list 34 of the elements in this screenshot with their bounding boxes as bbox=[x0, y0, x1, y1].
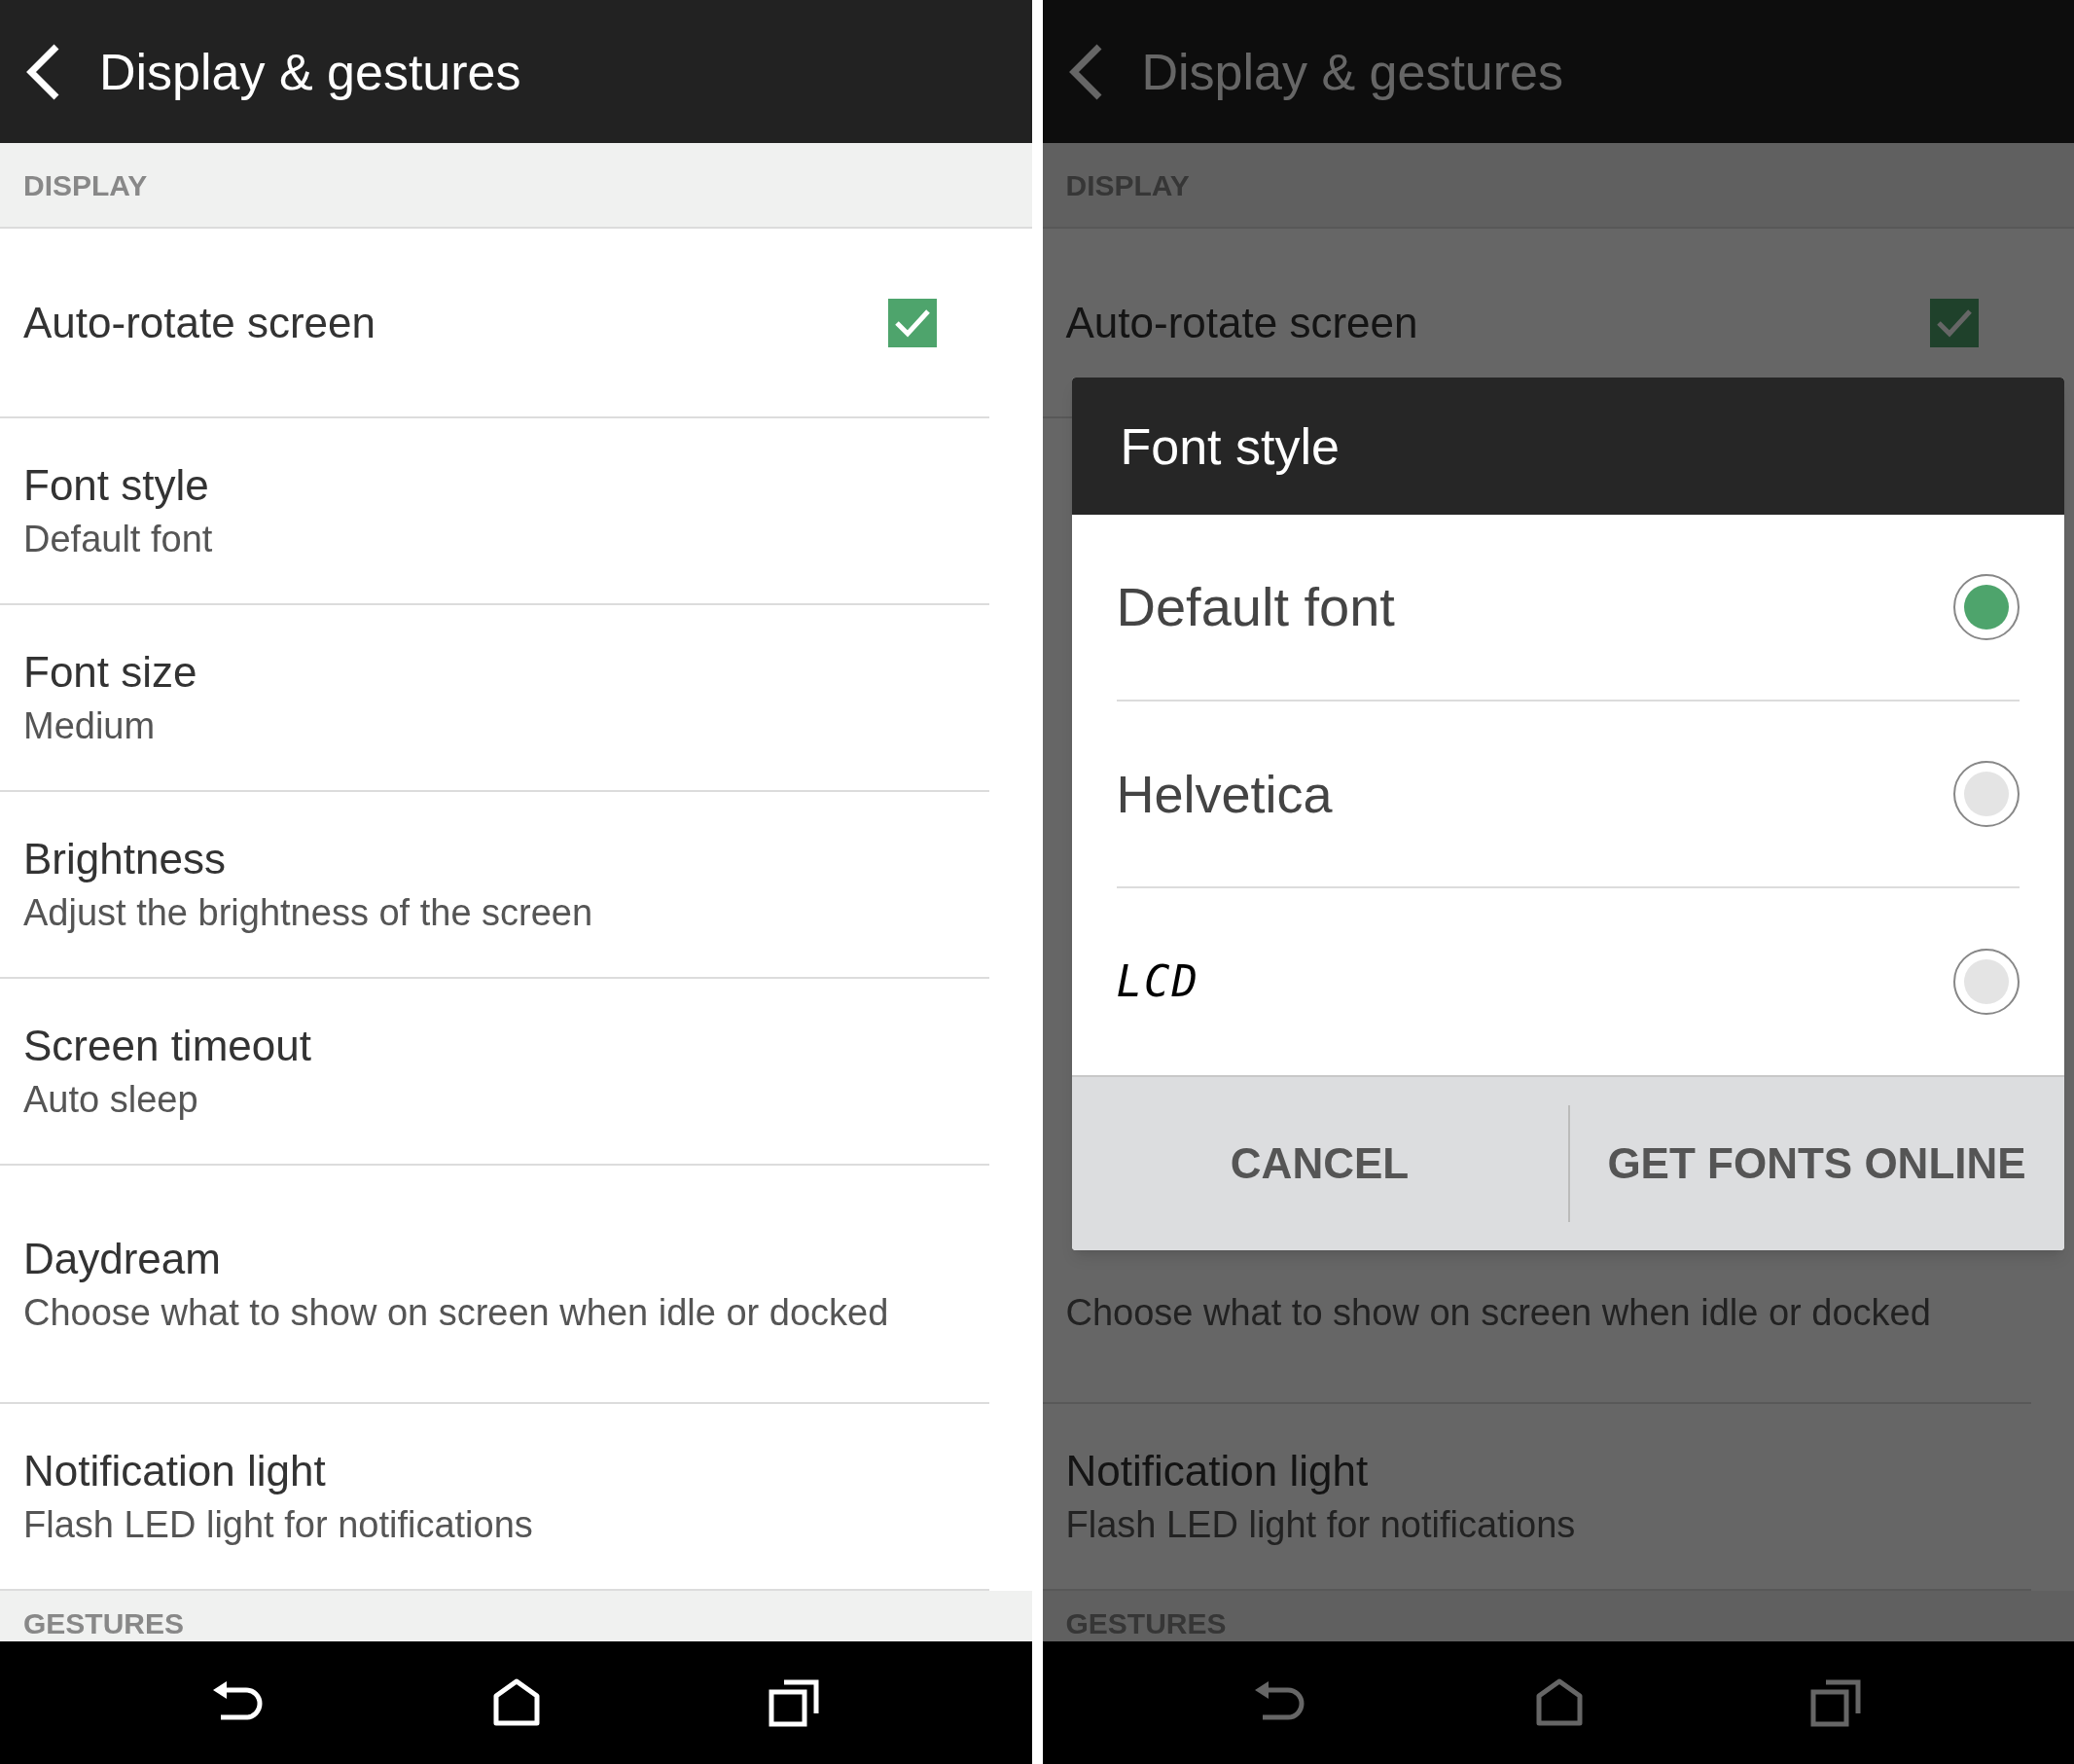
setting-title: Screen timeout bbox=[23, 1021, 312, 1071]
setting-title: Brightness bbox=[23, 834, 227, 884]
font-option[interactable]: Helvetica bbox=[1116, 702, 2020, 888]
setting-title: Notification light bbox=[1065, 1446, 1370, 1496]
setting-subtitle: Adjust the brightness of the screen bbox=[23, 891, 594, 935]
setting-subtitle: Flash LED light for notifications bbox=[1065, 1503, 1577, 1547]
section-header: GESTURES bbox=[0, 1591, 1032, 1641]
setting-title: Font size bbox=[23, 647, 198, 698]
setting-title: Auto-rotate screen bbox=[1065, 297, 1418, 348]
radio-button[interactable] bbox=[1952, 574, 2020, 640]
dialog-button[interactable]: CANCEL bbox=[1071, 1077, 1568, 1250]
font-option[interactable]: LCD bbox=[1116, 888, 2020, 1075]
home-icon[interactable] bbox=[492, 1678, 542, 1727]
section-header: DISPLAY bbox=[0, 143, 1032, 229]
setting-title: Font style bbox=[23, 460, 210, 511]
font-option[interactable]: Default font bbox=[1116, 515, 2020, 702]
setting-subtitle: Auto sleep bbox=[23, 1078, 199, 1122]
setting-subtitle: Choose what to show on screen when idle or docked bbox=[23, 1290, 890, 1335]
setting-title: Daydream bbox=[23, 1233, 222, 1284]
dialog-title: Font style bbox=[1120, 416, 1340, 477]
screen-title: Display & gestures bbox=[99, 42, 521, 102]
setting-subtitle: Medium bbox=[23, 704, 157, 748]
radio-button[interactable] bbox=[1952, 949, 2020, 1015]
setting-subtitle: Flash LED light for notifications bbox=[23, 1503, 534, 1547]
setting-title: Notification light bbox=[23, 1446, 327, 1496]
checkbox[interactable] bbox=[887, 298, 937, 347]
screen-title: Display & gestures bbox=[1141, 42, 1564, 102]
checkbox[interactable] bbox=[1930, 298, 1979, 347]
recent-apps-icon[interactable] bbox=[768, 1678, 821, 1727]
radio-button[interactable] bbox=[1952, 761, 2020, 827]
dialog-button[interactable]: GET FONTS ONLINE bbox=[1569, 1077, 2064, 1250]
setting-subtitle: Default font bbox=[23, 518, 214, 561]
setting-subtitle: Choose what to show on screen when idle or docked bbox=[1065, 1290, 1932, 1335]
setting-title: Auto-rotate screen bbox=[23, 297, 375, 348]
